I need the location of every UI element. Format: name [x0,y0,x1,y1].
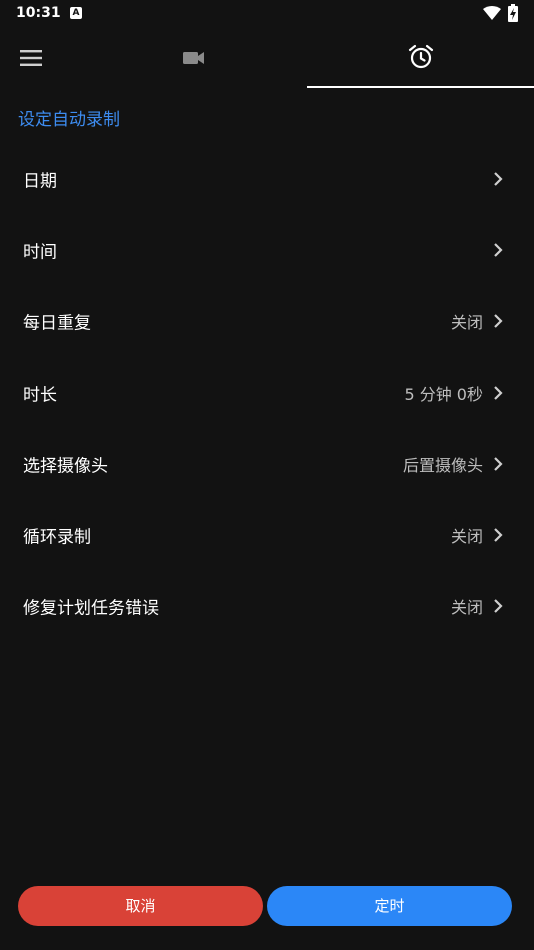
setting-label: 修复计划任务错误 [23,598,159,619]
setting-row-fix-schedule[interactable]: 修复计划任务错误 关闭 [0,571,534,642]
chevron-right-icon [494,599,503,614]
setting-row-loop-recording[interactable]: 循环录制 关闭 [0,499,534,570]
tab-bar [0,30,534,90]
setting-row-camera[interactable]: 选择摄像头 后置摄像头 [0,428,534,499]
section-title: 设定自动录制 [18,110,120,130]
setting-label: 循环录制 [23,527,91,548]
setting-row-date[interactable]: 日期 [0,143,534,214]
setting-label: 时长 [23,385,57,406]
chevron-right-icon [494,243,503,257]
chevron-right-icon [494,457,503,471]
setting-row-duration[interactable]: 时长 5 分钟 0秒 [0,357,534,428]
setting-row-time[interactable]: 时间 [0,214,534,285]
setting-label: 每日重复 [23,313,91,334]
status-time: 10:31 [16,5,61,21]
setting-label: 日期 [23,171,57,192]
battery-charging-icon [508,4,518,22]
setting-label: 时间 [23,242,57,263]
chevron-right-icon [494,171,503,186]
settings-list: 日期 时间 每日重复 关闭 时长 5 分钟 0秒 选择摄像头 后置摄像头 循环录… [0,143,534,642]
notification-icon: A [70,7,82,19]
setting-row-daily-repeat[interactable]: 每日重复 关闭 [0,286,534,357]
chevron-right-icon [494,314,503,329]
alarm-icon[interactable] [407,43,435,71]
setting-value: 后置摄像头 [402,455,483,475]
wifi-icon [483,6,501,20]
setting-value: 关闭 [450,598,483,618]
chevron-right-icon [494,385,503,400]
schedule-button[interactable]: 定时 [267,886,512,926]
cancel-button[interactable]: 取消 [18,886,263,926]
setting-value: 关闭 [450,313,483,333]
menu-icon[interactable] [19,49,43,67]
videocam-icon[interactable] [180,45,208,71]
setting-value: 关闭 [450,527,483,547]
setting-value: 5 分钟 0秒 [404,384,483,404]
active-tab-indicator [307,86,534,88]
status-bar: 10:31 A [0,0,534,30]
setting-label: 选择摄像头 [23,456,108,477]
chevron-right-icon [494,528,503,542]
